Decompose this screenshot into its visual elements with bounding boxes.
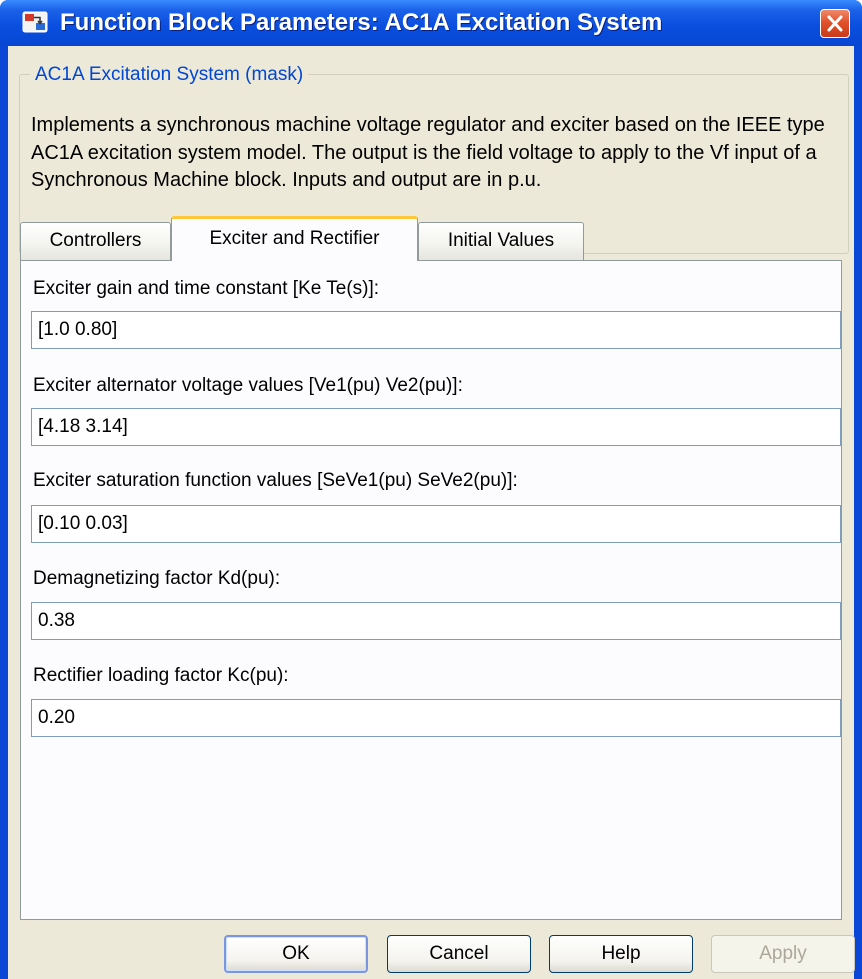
dialog-client-area: AC1A Excitation System (mask) Implements… <box>8 46 855 979</box>
tab-panel-exciter-and-rectifier: Exciter gain and time constant [Ke Te(s)… <box>20 260 842 920</box>
mask-legend: AC1A Excitation System (mask) <box>30 64 309 86</box>
window-title: Function Block Parameters: AC1A Excitati… <box>60 9 663 36</box>
tab-initial-values[interactable]: Initial Values <box>418 222 584 260</box>
ke-te-input[interactable]: [1.0 0.80] <box>31 311 841 349</box>
kc-input[interactable]: 0.20 <box>31 699 841 737</box>
ve1-ve2-input[interactable]: [4.18 3.14] <box>31 408 841 446</box>
simulink-block-icon <box>22 10 48 34</box>
ve1-ve2-label: Exciter alternator voltage values [Ve1(p… <box>33 375 463 396</box>
tab-exciter-and-rectifier[interactable]: Exciter and Rectifier <box>171 216 418 261</box>
help-button[interactable]: Help <box>549 935 693 973</box>
close-icon <box>827 15 843 32</box>
seve1-seve2-input[interactable]: [0.10 0.03] <box>31 505 841 543</box>
seve1-seve2-label: Exciter saturation function values [SeVe… <box>33 470 518 491</box>
kd-label: Demagnetizing factor Kd(pu): <box>33 568 281 589</box>
ke-te-label: Exciter gain and time constant [Ke Te(s)… <box>33 278 380 299</box>
mask-description: Implements a synchronous machine voltage… <box>31 114 825 191</box>
dialog-window: Function Block Parameters: AC1A Excitati… <box>0 0 862 979</box>
cancel-button[interactable]: Cancel <box>387 935 531 973</box>
close-button[interactable] <box>820 9 850 38</box>
apply-button[interactable]: Apply <box>711 935 855 973</box>
kc-label: Rectifier loading factor Kc(pu): <box>33 665 289 686</box>
tab-controllers[interactable]: Controllers <box>20 222 171 260</box>
ok-button[interactable]: OK <box>224 935 368 973</box>
title-bar[interactable]: Function Block Parameters: AC1A Excitati… <box>0 0 862 46</box>
kd-input[interactable]: 0.38 <box>31 602 841 640</box>
